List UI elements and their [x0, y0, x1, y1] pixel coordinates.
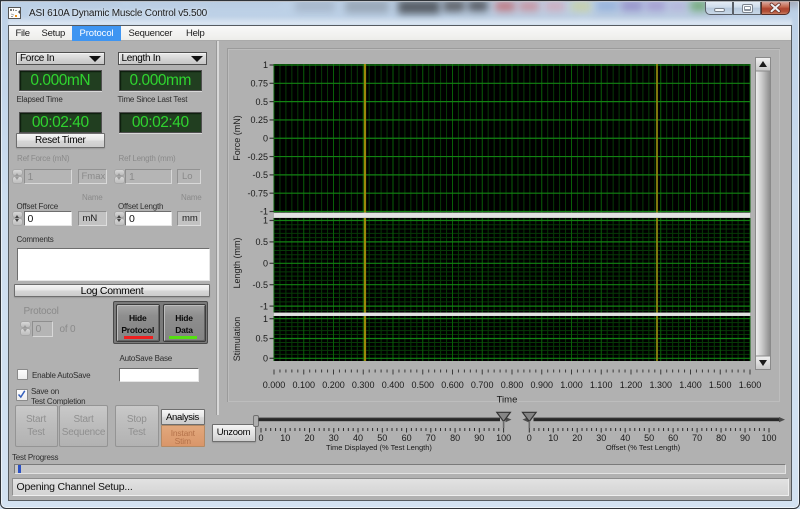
- svg-text:90: 90: [740, 433, 750, 443]
- svg-text:40: 40: [353, 433, 363, 443]
- svg-text:1.300: 1.300: [650, 380, 673, 390]
- svg-text:Stimulation: Stimulation: [232, 317, 242, 362]
- svg-text:60: 60: [668, 433, 678, 443]
- svg-text:1.600: 1.600: [739, 380, 762, 390]
- svg-text:70: 70: [692, 433, 702, 443]
- svg-text:-0.5: -0.5: [252, 170, 268, 180]
- svg-text:1.100: 1.100: [590, 380, 613, 390]
- svg-text:100: 100: [761, 433, 776, 443]
- svg-text:0.500: 0.500: [412, 380, 435, 390]
- svg-text:-0.25: -0.25: [247, 152, 268, 162]
- svg-text:0.25: 0.25: [250, 115, 268, 125]
- svg-text:0.400: 0.400: [382, 380, 405, 390]
- svg-text:0.000: 0.000: [263, 380, 286, 390]
- svg-text:20: 20: [572, 433, 582, 443]
- svg-text:Force (mN): Force (mN): [232, 115, 242, 161]
- svg-text:10: 10: [280, 433, 290, 443]
- svg-text:0.300: 0.300: [352, 380, 375, 390]
- svg-text:1: 1: [263, 60, 268, 70]
- svg-text:0.600: 0.600: [441, 380, 464, 390]
- svg-text:Time Displayed (% Test Length): Time Displayed (% Test Length): [326, 443, 432, 452]
- svg-text:1.500: 1.500: [709, 380, 732, 390]
- svg-text:-0.75: -0.75: [247, 188, 268, 198]
- svg-text:0: 0: [258, 433, 263, 443]
- svg-text:20: 20: [304, 433, 314, 443]
- svg-text:0.5: 0.5: [255, 334, 268, 344]
- svg-text:0: 0: [263, 259, 268, 269]
- svg-text:Time: Time: [497, 395, 518, 406]
- svg-text:30: 30: [596, 433, 606, 443]
- svg-text:1.400: 1.400: [679, 380, 702, 390]
- svg-text:Length (mm): Length (mm): [232, 237, 242, 288]
- svg-text:0: 0: [527, 433, 532, 443]
- svg-text:80: 80: [450, 433, 460, 443]
- svg-text:-1: -1: [260, 301, 268, 311]
- svg-text:60: 60: [402, 433, 412, 443]
- svg-text:Offset (% Test Length): Offset (% Test Length): [606, 443, 681, 452]
- svg-text:0.5: 0.5: [255, 97, 268, 107]
- svg-text:90: 90: [474, 433, 484, 443]
- svg-text:-0.5: -0.5: [252, 280, 268, 290]
- svg-text:0: 0: [263, 354, 268, 364]
- svg-text:1.000: 1.000: [560, 380, 583, 390]
- svg-text:50: 50: [377, 433, 387, 443]
- svg-text:0.100: 0.100: [293, 380, 316, 390]
- svg-text:80: 80: [716, 433, 726, 443]
- svg-text:100: 100: [496, 433, 511, 443]
- svg-text:40: 40: [620, 433, 630, 443]
- svg-text:0.5: 0.5: [255, 237, 268, 247]
- svg-text:1.200: 1.200: [620, 380, 643, 390]
- svg-text:0.75: 0.75: [250, 79, 268, 89]
- svg-text:0.700: 0.700: [471, 380, 494, 390]
- svg-text:0: 0: [263, 133, 268, 143]
- svg-text:70: 70: [426, 433, 436, 443]
- svg-text:10: 10: [548, 433, 558, 443]
- svg-text:0.800: 0.800: [501, 380, 524, 390]
- svg-text:1: 1: [263, 314, 268, 324]
- svg-text:0.200: 0.200: [322, 380, 345, 390]
- svg-text:30: 30: [329, 433, 339, 443]
- svg-text:50: 50: [644, 433, 654, 443]
- svg-text:0.900: 0.900: [531, 380, 554, 390]
- svg-text:1: 1: [263, 216, 268, 226]
